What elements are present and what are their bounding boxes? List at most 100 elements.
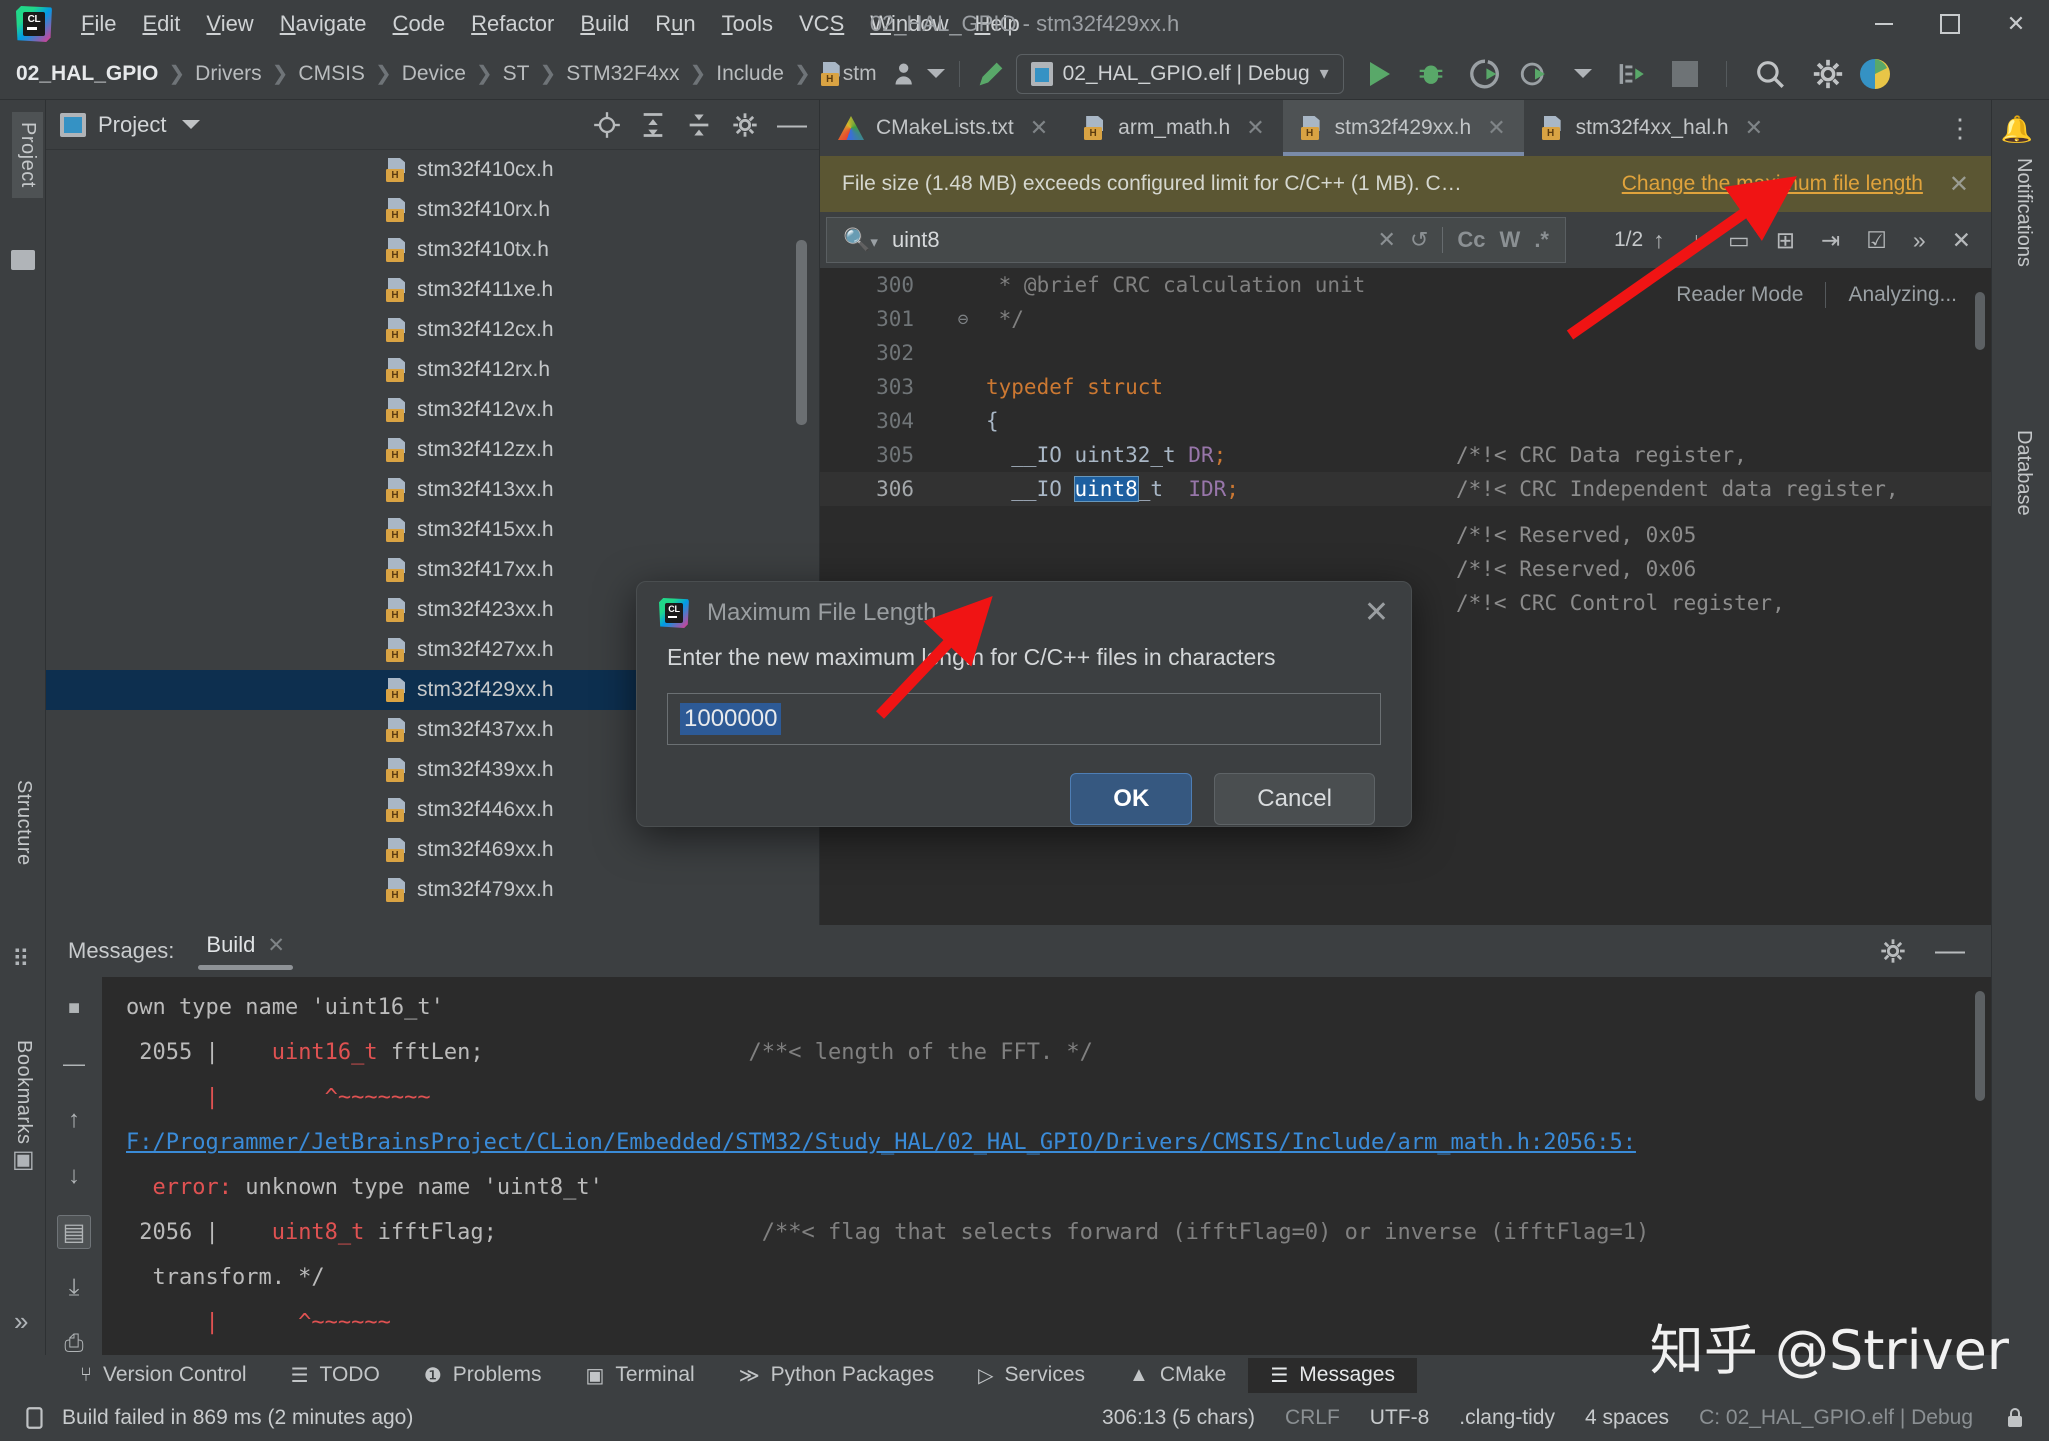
settings-gear-icon[interactable] [731,111,759,139]
tree-item[interactable]: stm32f415xx.h [46,510,819,550]
menu-item-code[interactable]: Code [380,7,459,41]
file-encoding[interactable]: UTF-8 [1370,1406,1430,1430]
menu-item-navigate[interactable]: Navigate [267,7,380,41]
tree-item[interactable]: stm32f412rx.h [46,350,819,390]
tree-item[interactable]: stm32f412vx.h [46,390,819,430]
minimize-button[interactable] [1851,0,1917,48]
tool-window-button-terminal[interactable]: ▣ Terminal [563,1358,716,1393]
filter-button[interactable]: ▤ [57,1215,91,1249]
run-with-coverage-button[interactable] [1468,57,1502,91]
breadcrumb-item-cmsis[interactable]: CMSIS [298,62,365,86]
breadcrumb-item-st[interactable]: ST [503,62,530,86]
reader-mode-label[interactable]: Reader Mode [1676,283,1803,307]
tree-item[interactable]: stm32f412cx.h [46,310,819,350]
max-length-input[interactable]: 1000000 [667,693,1381,745]
chevron-down-icon[interactable] [182,120,201,129]
clear-search-icon[interactable]: ✕ [1378,227,1396,253]
grid-icon[interactable]: ⠿ [12,945,30,974]
tree-item[interactable]: stm32f411xe.h [46,270,819,310]
debug-button[interactable] [1414,57,1448,91]
tool-window-button-todo[interactable]: ☰ TODO [269,1358,402,1393]
tool-window-button-services[interactable]: ▷ Services [956,1358,1107,1393]
tree-item[interactable]: stm32f469xx.h [46,830,819,870]
tab-build[interactable]: Build ✕ [198,932,293,970]
menu-item-tools[interactable]: Tools [709,7,786,41]
tree-item[interactable]: stm32f410tx.h [46,230,819,270]
expand-all-icon[interactable] [639,111,667,139]
expand-strip-icon[interactable]: » [14,1306,28,1337]
breadcrumb-item-device[interactable]: Device [402,62,466,86]
attach-button[interactable] [1614,57,1648,91]
menu-item-file[interactable]: File [68,7,129,41]
editor-tab-arm-math-h[interactable]: arm_math.h ✕ [1066,100,1282,156]
ok-button[interactable]: OK [1070,773,1193,825]
soft-wrap-button[interactable]: — [57,1047,91,1081]
stop-button[interactable]: ■ [57,991,91,1025]
close-icon[interactable]: ✕ [1030,115,1048,141]
menu-item-build[interactable]: Build [567,7,642,41]
close-icon[interactable]: ✕ [1949,170,1969,199]
console-scrollbar[interactable] [1975,991,1985,1101]
sidebar-tab-notifications[interactable]: Notifications [2012,158,2035,267]
export-button[interactable]: ⤓ [57,1271,91,1305]
breadcrumb-item-include[interactable]: Include [716,62,784,86]
fold-marker[interactable]: ⊖ [940,309,986,330]
up-button[interactable]: ↑ [57,1103,91,1137]
tool-window-button-version-control[interactable]: ⑂ Version Control [58,1358,269,1392]
hide-panel-icon[interactable]: — [1935,934,1965,968]
stop-button[interactable] [1671,60,1698,87]
notifications-bell-icon[interactable]: 🔔 [2001,114,2033,145]
project-tree-scrollbar[interactable] [796,240,807,425]
breadcrumb-item-stm32f4xx[interactable]: STM32F4xx [566,62,679,86]
run-config-status[interactable]: C: 02_HAL_GPIO.elf | Debug [1699,1406,1973,1430]
inspection-profile[interactable]: .clang-tidy [1459,1406,1555,1430]
sidebar-tab-project[interactable]: Project [12,112,43,198]
console-file-link[interactable]: F:/Programmer/JetBrainsProject/CLion/Emb… [126,1130,1636,1155]
sidebar-tab-structure[interactable]: Structure [12,780,35,866]
add-selection-button[interactable]: ⊞ [1776,227,1795,254]
updates-icon[interactable] [1857,56,1893,92]
tool-window-button-cmake[interactable]: ▲ CMake [1107,1358,1248,1392]
tree-item[interactable]: stm32f410rx.h [46,190,819,230]
sidebar-tab-database[interactable]: Database [2012,430,2035,516]
select-all-occurrences-button[interactable]: ⇥ [1821,227,1840,254]
indent-setting[interactable]: 4 spaces [1585,1406,1669,1430]
editor-tab-stm32f4xx-hal-h[interactable]: stm32f4xx_hal.h ✕ [1524,100,1781,156]
search-icon[interactable]: 🔍▾ [843,227,878,253]
collapse-all-icon[interactable] [685,111,713,139]
editor-tab-cmakelists-txt[interactable]: CMakeLists.txt ✕ [820,100,1066,156]
tree-item[interactable]: stm32f412zx.h [46,430,819,470]
editor-scrollbar[interactable] [1975,292,1985,350]
run-configuration-selector[interactable]: 02_HAL_GPIO.elf | Debug ▾ [1015,53,1344,94]
menu-item-edit[interactable]: Edit [129,7,193,41]
editor-tab-stm32f429xx-h[interactable]: stm32f429xx.h ✕ [1282,100,1524,156]
close-icon[interactable]: ✕ [1487,115,1505,141]
menu-item-refactor[interactable]: Refactor [458,7,567,41]
tree-item[interactable]: stm32f410cx.h [46,150,819,190]
down-button[interactable]: ↓ [57,1159,91,1193]
tree-item[interactable]: stm32f479xx.h [46,870,819,910]
find-previous-button[interactable]: ↑ [1653,227,1665,254]
build-console[interactable]: own type name 'uint16_t' 2055 | uint16_t… [102,977,1991,1355]
reset-search-icon[interactable]: ↺ [1410,227,1428,253]
filter-occurrences-button[interactable]: ☑ [1866,227,1887,254]
tool-window-button-problems[interactable]: ❶ Problems [402,1358,564,1393]
find-next-button[interactable]: ↓ [1691,227,1703,254]
caret-position[interactable]: 306:13 (5 chars) [1102,1406,1255,1430]
dialog-close-button[interactable]: ✕ [1364,598,1389,628]
regex-toggle[interactable]: .* [1534,227,1549,253]
menu-item-view[interactable]: View [193,7,266,41]
run-button[interactable] [1369,61,1390,86]
whole-words-toggle[interactable]: W [1500,227,1521,253]
folder-icon[interactable] [11,250,35,270]
build-status[interactable]: Build failed in 869 ms (2 minutes ago) [22,1405,413,1431]
close-icon[interactable]: ✕ [267,933,285,958]
close-find-button[interactable]: ✕ [1952,227,1971,254]
change-max-file-length-link[interactable]: Change the maximum file length [1622,172,1923,196]
cancel-button[interactable]: Cancel [1214,773,1375,825]
hide-panel-icon[interactable]: — [777,109,807,139]
profile-button[interactable] [1518,57,1552,91]
locate-file-icon[interactable] [593,111,621,139]
breadcrumb-item-drivers[interactable]: Drivers [195,62,262,86]
breadcrumb-item-stm[interactable]: stm [820,62,877,86]
